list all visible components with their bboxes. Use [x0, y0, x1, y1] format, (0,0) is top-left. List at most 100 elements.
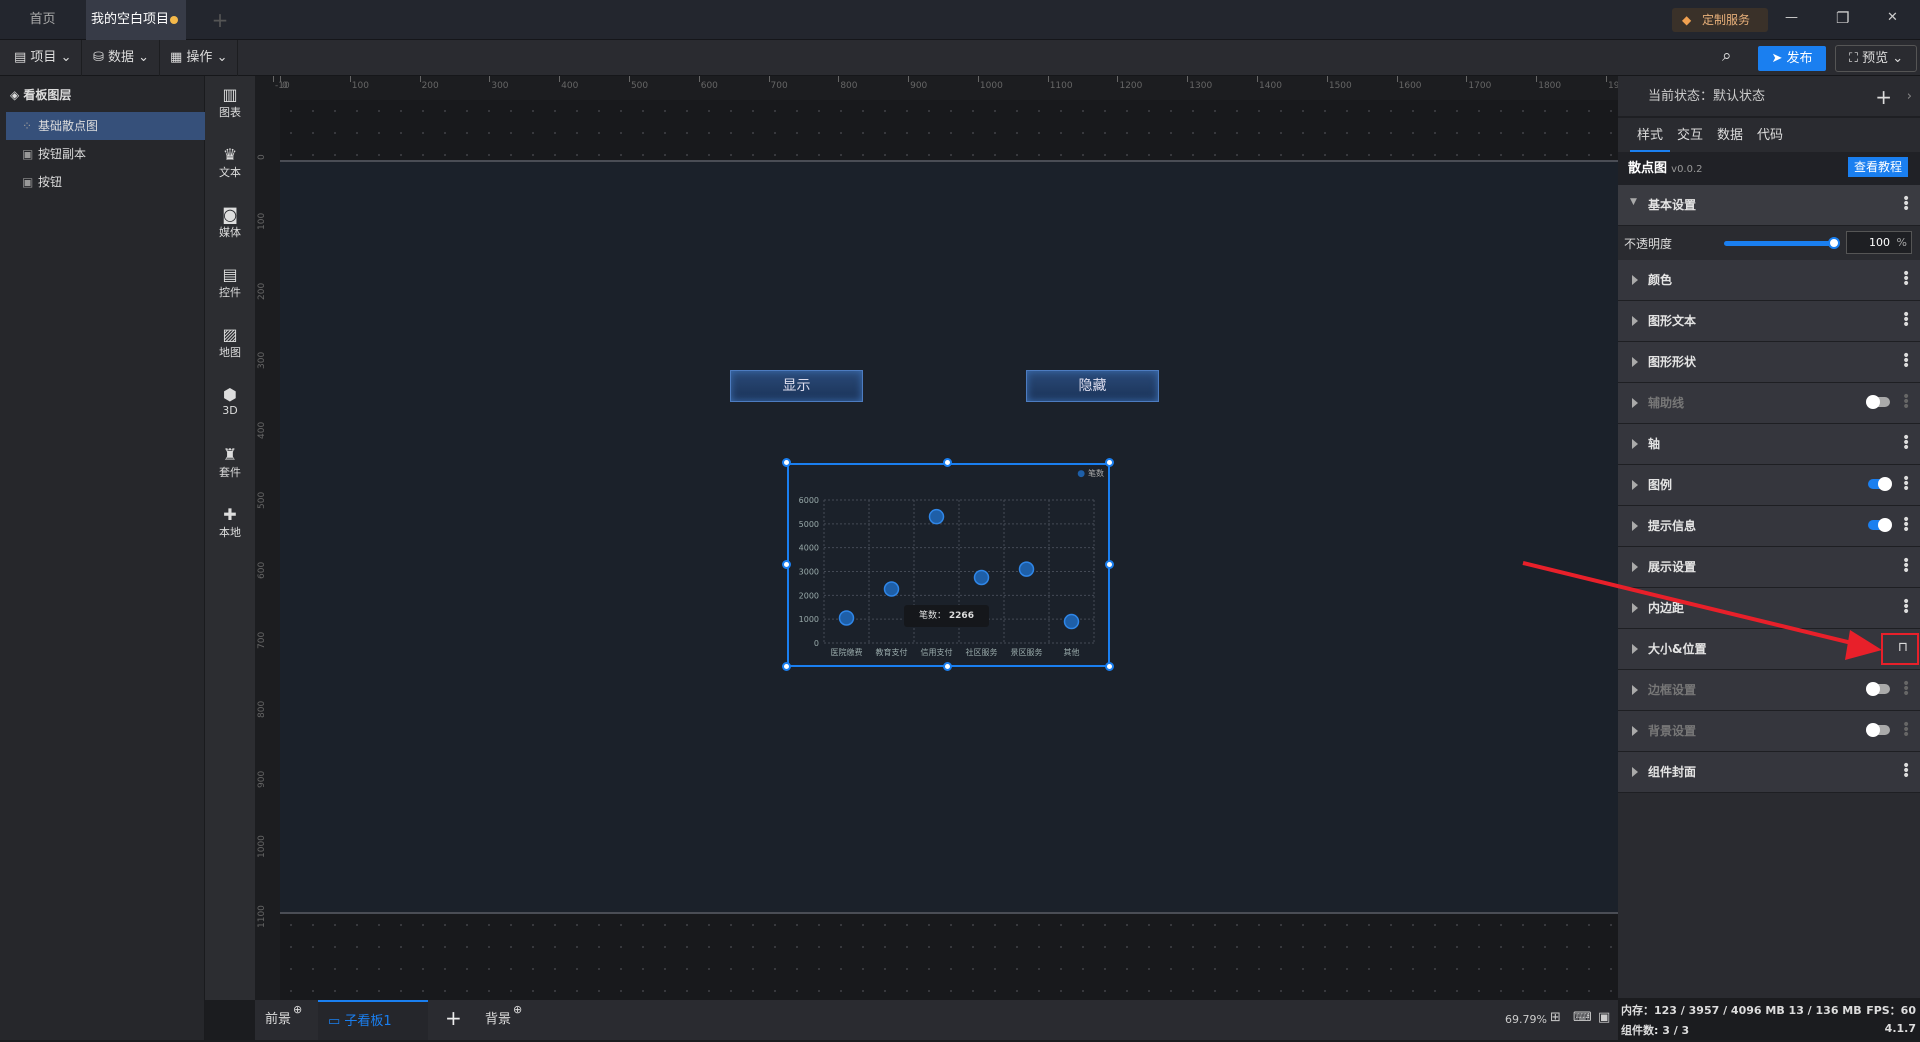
- scatter-point[interactable]: [1018, 561, 1035, 577]
- more-icon[interactable]: • • •: [1902, 192, 1910, 216]
- section-2[interactable]: 图形形状 • • •: [1618, 342, 1920, 383]
- component-category-1[interactable]: ♛ 文本: [205, 146, 255, 180]
- scatter-point[interactable]: [1063, 613, 1080, 630]
- more-icon[interactable]: • • •: [1902, 431, 1910, 455]
- section-9[interactable]: 大小&位置 ⊓: [1618, 629, 1920, 670]
- more-icon[interactable]: • • •: [1902, 595, 1910, 619]
- preview-button[interactable]: ⛶ 预览 ⌄: [1835, 45, 1917, 72]
- section-toggle[interactable]: [1866, 723, 1890, 737]
- add-circle-icon[interactable]: ⊕: [513, 990, 522, 1030]
- publish-button[interactable]: ➤ 发布: [1758, 46, 1826, 71]
- menu-project[interactable]: ▤ 项目 ⌄: [4, 40, 83, 76]
- section-4[interactable]: 轴 • • •: [1618, 424, 1920, 465]
- lock-icon[interactable]: ⊓: [1898, 640, 1908, 655]
- component-category-6[interactable]: ♜ 套件: [205, 446, 255, 480]
- resize-handle[interactable]: [782, 560, 791, 569]
- scatter-point[interactable]: [838, 610, 855, 626]
- chart-legend[interactable]: ● 笔数: [1077, 468, 1104, 479]
- section-toggle[interactable]: [1868, 477, 1892, 491]
- more-icon[interactable]: • • •: [1902, 390, 1910, 414]
- component-category-0[interactable]: ▥ 图表: [205, 86, 255, 120]
- section-3[interactable]: 辅助线 • • •: [1618, 383, 1920, 424]
- resize-handle[interactable]: [782, 458, 791, 467]
- resize-handle[interactable]: [1105, 458, 1114, 467]
- menu-data[interactable]: ⛁ 数据 ⌄: [83, 40, 161, 76]
- search-icon[interactable]: ⌕: [1722, 46, 1732, 66]
- terminal-icon[interactable]: ▣: [1598, 1010, 1610, 1025]
- more-icon[interactable]: • • •: [1902, 267, 1910, 291]
- new-tab-button[interactable]: +: [200, 0, 240, 40]
- resize-handle[interactable]: [1105, 560, 1114, 569]
- restore-button[interactable]: ❐: [1836, 9, 1849, 27]
- section-toggle[interactable]: [1866, 682, 1890, 696]
- more-icon[interactable]: • • •: [1902, 554, 1910, 578]
- section-basic[interactable]: ▼ 基本设置 • • •: [1618, 185, 1920, 226]
- scatter-point[interactable]: [973, 569, 990, 586]
- chevron-right-icon[interactable]: ›: [1907, 76, 1912, 118]
- ruler-tick: [1187, 76, 1189, 82]
- scatter-point[interactable]: [928, 508, 945, 525]
- layer-item-button-copy[interactable]: ▣ 按钮副本: [6, 140, 205, 168]
- section-10[interactable]: 边框设置 • • •: [1618, 670, 1920, 711]
- section-11[interactable]: 背景设置 • • •: [1618, 711, 1920, 752]
- component-category-4[interactable]: ▨ 地图: [205, 326, 255, 360]
- resize-handle[interactable]: [943, 662, 952, 671]
- keyboard-icon[interactable]: ⌨: [1573, 1010, 1592, 1025]
- add-circle-icon[interactable]: ⊕: [293, 990, 302, 1030]
- section-toggle[interactable]: [1866, 395, 1890, 409]
- menu-operate[interactable]: ▦ 操作 ⌄: [160, 40, 239, 76]
- add-state-icon[interactable]: +: [1875, 76, 1892, 118]
- board-tab[interactable]: ▭ 子看板1: [318, 1000, 428, 1040]
- section-0[interactable]: 颜色 • • •: [1618, 260, 1920, 301]
- fit-screen-icon[interactable]: ⊞: [1550, 1010, 1561, 1025]
- section-7[interactable]: 展示设置 • • •: [1618, 547, 1920, 588]
- section-12[interactable]: 组件封面 • • •: [1618, 752, 1920, 793]
- section-1[interactable]: 图形文本 • • •: [1618, 301, 1920, 342]
- close-button[interactable]: ✕: [1887, 10, 1898, 25]
- slider-handle[interactable]: [1828, 237, 1840, 249]
- opacity-slider[interactable]: [1724, 237, 1840, 249]
- scatter-point[interactable]: [883, 581, 900, 597]
- section-6[interactable]: 提示信息 • • •: [1618, 506, 1920, 547]
- foreground-tab[interactable]: 前景 ⊕: [255, 1000, 315, 1040]
- component-category-3[interactable]: ▤ 控件: [205, 266, 255, 300]
- resize-handle[interactable]: [943, 458, 952, 467]
- layer-item-scatter[interactable]: ⁘ 基础散点图: [6, 112, 205, 140]
- more-icon[interactable]: • • •: [1902, 513, 1910, 537]
- more-icon[interactable]: • • •: [1902, 677, 1910, 701]
- x-tick-label: 教育支付: [876, 647, 908, 657]
- property-tab-2[interactable]: 数据: [1710, 120, 1750, 152]
- opacity-input[interactable]: 100%: [1846, 231, 1912, 254]
- section-8[interactable]: 内边距 • • •: [1618, 588, 1920, 629]
- more-icon[interactable]: • • •: [1902, 718, 1910, 742]
- property-tab-0[interactable]: 样式: [1630, 120, 1670, 152]
- more-icon[interactable]: • • •: [1902, 308, 1910, 332]
- background-tab[interactable]: 背景 ⊕: [475, 1000, 535, 1040]
- caret-right-icon: [1632, 439, 1638, 449]
- custom-service-button[interactable]: ◆ 定制服务: [1672, 8, 1768, 32]
- tab-project[interactable]: 我的空白项目: [86, 0, 186, 40]
- scatter-chart[interactable]: 0 1000 2000 3000 4000 5000 6000 医院缴费 教育支付 信用支付 社区服…: [787, 463, 1110, 667]
- section-5[interactable]: 图例 • • •: [1618, 465, 1920, 506]
- layer-item-button[interactable]: ▣ 按钮: [6, 168, 205, 196]
- hide-button[interactable]: 隐藏: [1026, 370, 1159, 402]
- more-icon[interactable]: • • •: [1902, 349, 1910, 373]
- ruler-label: 1100: [257, 904, 267, 928]
- tutorial-button[interactable]: 查看教程: [1847, 157, 1908, 177]
- ruler-label: 100: [351, 81, 369, 91]
- more-icon[interactable]: • • •: [1902, 759, 1910, 783]
- resize-handle[interactable]: [1105, 662, 1114, 671]
- section-toggle[interactable]: [1868, 518, 1892, 532]
- minimize-button[interactable]: —: [1785, 10, 1798, 25]
- add-board-button[interactable]: +: [445, 1006, 462, 1030]
- property-tab-3[interactable]: 代码: [1750, 120, 1790, 152]
- tab-home[interactable]: 首页: [0, 0, 85, 40]
- show-button[interactable]: 显示: [730, 370, 863, 402]
- chart-tooltip: 笔数： 2266: [904, 605, 989, 627]
- property-tab-1[interactable]: 交互: [1670, 120, 1710, 152]
- resize-handle[interactable]: [782, 662, 791, 671]
- more-icon[interactable]: • • •: [1902, 472, 1910, 496]
- component-category-5[interactable]: ⬢ 3D: [205, 386, 255, 418]
- component-category-7[interactable]: ✚ 本地: [205, 506, 255, 540]
- component-category-2[interactable]: ◙ 媒体: [205, 206, 255, 240]
